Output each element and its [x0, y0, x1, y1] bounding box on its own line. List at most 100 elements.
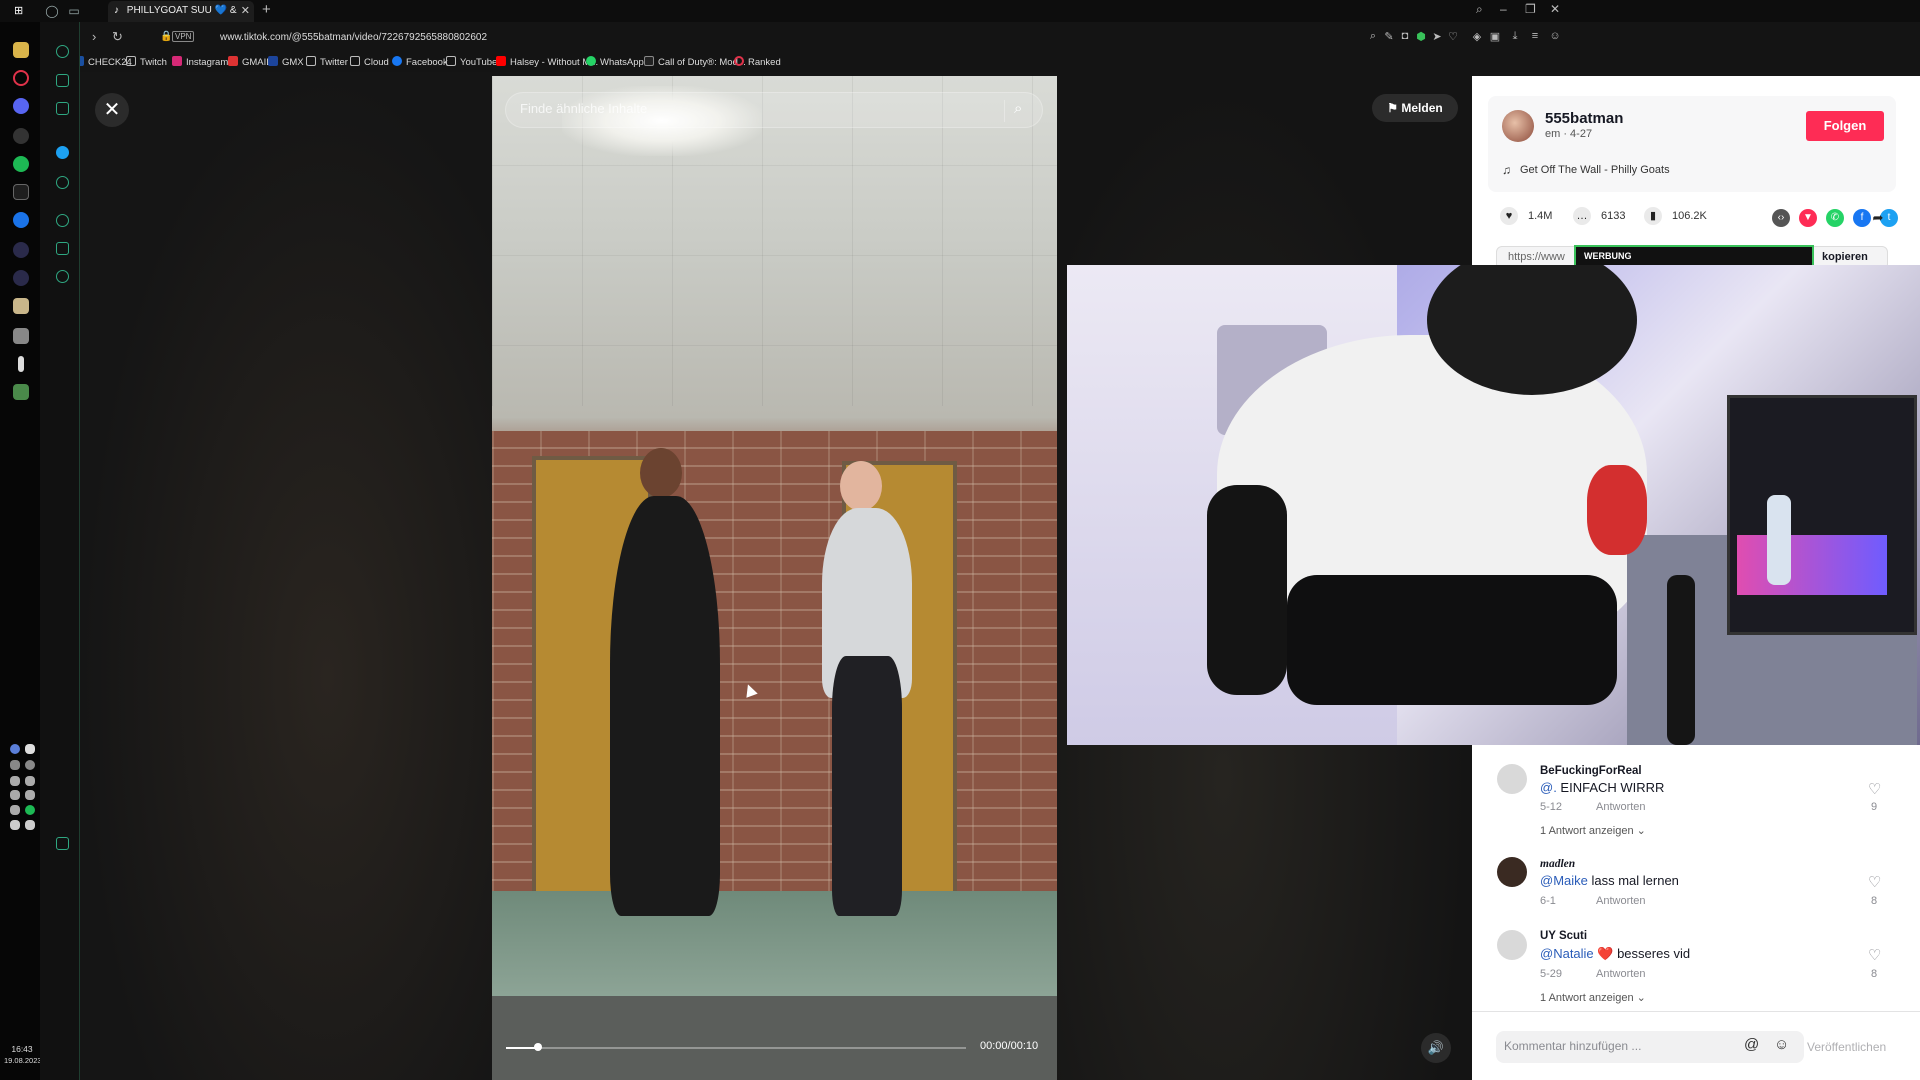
comment-reply-button[interactable]: Antworten [1596, 895, 1646, 907]
edit-icon[interactable]: ✎ [1382, 30, 1396, 43]
tray-monitor-icon[interactable] [25, 776, 35, 786]
comment-username[interactable]: madlen [1540, 858, 1575, 870]
tray-info-icon[interactable] [10, 760, 20, 770]
follow-button[interactable]: Folgen [1806, 111, 1884, 141]
comment-reply-button[interactable]: Antworten [1596, 968, 1646, 980]
tray-bluetooth-icon[interactable] [10, 820, 20, 830]
menu-icon[interactable]: ≡ [1528, 30, 1542, 42]
comment-like-icon[interactable]: ♡ [1868, 946, 1881, 964]
sidebar-shopping-icon[interactable] [56, 74, 69, 87]
comment-avatar[interactable] [1497, 857, 1527, 887]
emoji-icon[interactable]: ☺ [1774, 1036, 1789, 1053]
video-player[interactable] [492, 76, 1057, 1080]
lock-icon[interactable]: 🔒 [160, 31, 172, 42]
comment-mention[interactable]: @. [1540, 780, 1557, 795]
comment-mention[interactable]: @Maike [1540, 873, 1588, 888]
tray-discord-icon[interactable] [25, 744, 35, 754]
opera-gx-icon[interactable] [13, 70, 29, 86]
post-comment-button[interactable]: Veröffentlichen [1807, 1040, 1886, 1054]
camera-icon[interactable]: ◘ [1398, 30, 1412, 42]
heart-icon[interactable]: ♡ [1446, 30, 1460, 43]
spotify-icon[interactable] [13, 156, 29, 172]
browser-tab-active[interactable]: ♪ PHILLYGOAT SUU 💙 & ✕ [108, 1, 254, 22]
bookmark-gmx[interactable]: GMX [268, 56, 304, 68]
discord-icon[interactable] [13, 98, 29, 114]
volume-button[interactable]: 🔊 [1421, 1033, 1451, 1063]
bookmark-youtube[interactable]: YouTube [446, 56, 497, 68]
forward-icon[interactable]: › [92, 29, 96, 44]
bookmark-twitch[interactable]: Twitch [126, 56, 167, 68]
sidebar-pip-icon[interactable] [56, 837, 69, 850]
reload-icon[interactable]: ↻ [112, 29, 123, 45]
app-icon[interactable] [13, 184, 29, 200]
embed-icon[interactable]: ‹› [1772, 209, 1790, 227]
battle-net-icon[interactable] [13, 270, 29, 286]
view-replies-button[interactable]: 1 Antwort anzeigen ⌄ [1540, 824, 1646, 837]
sidebar-settings-icon[interactable] [56, 270, 69, 283]
video-link[interactable]: https://www [1508, 251, 1565, 263]
sidebar-tracker-icon[interactable] [56, 102, 69, 115]
media-icon[interactable] [13, 384, 29, 400]
volume-tray-icon[interactable] [10, 790, 20, 800]
vpn-badge[interactable]: VPN [172, 31, 195, 42]
search-input[interactable] [520, 101, 980, 116]
share-more-icon[interactable]: ➦ [1869, 209, 1887, 227]
bookmark-call-of-duty[interactable]: Call of Duty®: Mod... [644, 56, 746, 68]
mention-icon[interactable]: @ [1744, 1036, 1759, 1053]
app-icon-blue[interactable] [13, 212, 29, 228]
comment-reply-button[interactable]: Antworten [1596, 801, 1646, 813]
bookmark-whatsapp[interactable]: WhatsApp [586, 56, 644, 68]
comment-like-icon[interactable]: ♡ [1868, 873, 1881, 891]
sidebar-history-icon[interactable] [56, 214, 69, 227]
author-name[interactable]: 555batman [1545, 110, 1623, 127]
bookmark-halsey[interactable]: Halsey - Without M... [496, 56, 598, 68]
shield-icon[interactable]: ⬢ [1414, 30, 1428, 43]
close-tab-icon[interactable]: ✕ [241, 4, 250, 17]
zoom-icon[interactable]: ⌕ [1366, 30, 1380, 43]
tray-close-icon[interactable] [25, 820, 35, 830]
tray-spotify-icon[interactable] [25, 805, 35, 815]
file-explorer-icon[interactable] [13, 42, 29, 58]
comment-input[interactable] [1504, 1039, 1734, 1053]
search-tabs-icon[interactable]: ⌕ [1476, 2, 1483, 17]
search-icon[interactable]: ⌕ [1014, 100, 1022, 117]
comment-icon[interactable]: … [1573, 207, 1591, 225]
comment-username[interactable]: UY Scuti [1540, 930, 1587, 942]
minimize-button[interactable]: – [1500, 2, 1507, 16]
bookmark-check24[interactable]: CHECK24 [74, 56, 132, 68]
game-launcher-icon[interactable] [13, 328, 29, 344]
tray-clock-icon[interactable] [25, 760, 35, 770]
send-friends-icon[interactable]: ▼ [1799, 209, 1817, 227]
author-avatar[interactable] [1502, 110, 1534, 142]
bookmark-ranked[interactable]: Ranked [734, 56, 781, 68]
sidebar-extensions-icon[interactable] [56, 242, 69, 255]
windows-start-icon[interactable]: ⊞ [14, 5, 26, 17]
comment-mention[interactable]: @Natalie [1540, 946, 1594, 961]
comment-avatar[interactable] [1497, 764, 1527, 794]
bookmark-cloud[interactable]: Cloud [350, 56, 389, 68]
tray-menu-icon[interactable] [25, 790, 35, 800]
opera-gx-logo-icon[interactable]: ◯ [44, 3, 60, 19]
new-tab-button[interactable]: + [262, 1, 271, 18]
obs-icon[interactable] [13, 128, 29, 144]
system-clock[interactable]: 16:43 19.08.2023 [4, 1043, 42, 1067]
like-icon[interactable]: ♥ [1500, 207, 1518, 225]
view-replies-button[interactable]: 1 Antwort anzeigen ⌄ [1540, 991, 1646, 1004]
profile-icon[interactable]: ☺ [1548, 30, 1562, 42]
music-title[interactable]: Get Off The Wall - Philly Goats [1520, 164, 1670, 176]
extension-icon[interactable]: ◈ [1470, 30, 1484, 43]
bookmark-facebook[interactable]: Facebook [392, 56, 448, 68]
bookmark-twitter[interactable]: Twitter [306, 56, 348, 68]
copy-link-button[interactable]: kopieren [1822, 251, 1868, 263]
url-field[interactable]: www.tiktok.com/@555batman/video/72267925… [220, 32, 487, 43]
sidebar-speed-dial-icon[interactable] [56, 45, 69, 58]
whatsapp-icon[interactable]: ✆ [1826, 209, 1844, 227]
tab-menu-icon[interactable]: ▭ [66, 3, 82, 19]
video-progress-track[interactable] [506, 1047, 966, 1049]
bookmark-icon[interactable]: ▮ [1644, 207, 1662, 225]
maximize-button[interactable]: ❐ [1525, 2, 1536, 16]
chess-icon[interactable] [18, 356, 24, 372]
bookmark-gmail[interactable]: GMAIL [228, 56, 272, 68]
comment-avatar[interactable] [1497, 930, 1527, 960]
tray-keyboard-icon[interactable] [10, 805, 20, 815]
